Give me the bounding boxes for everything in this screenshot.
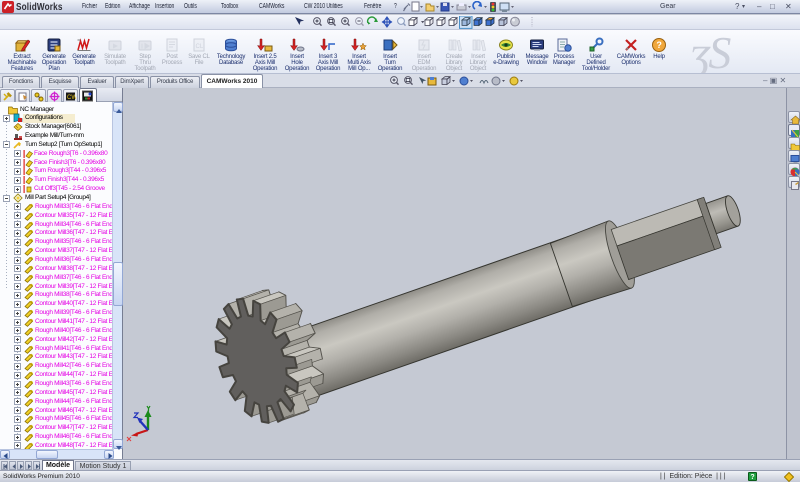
svg-text:?: ?	[656, 40, 662, 50]
svg-text:CW: CW	[67, 95, 76, 101]
svg-text:CL: CL	[196, 44, 204, 50]
